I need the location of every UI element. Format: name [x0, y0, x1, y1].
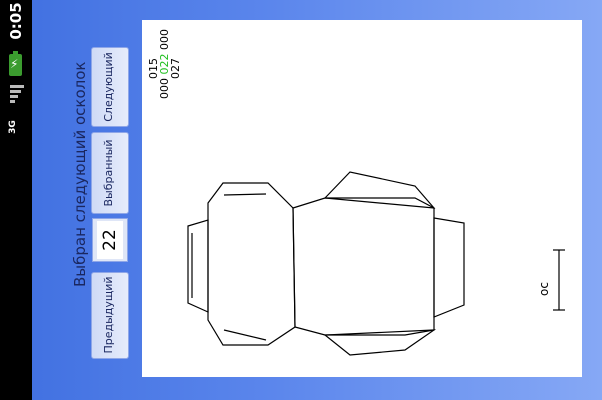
fragment-top-flap — [187, 219, 209, 313]
page-title: Выбран следующий осколок — [71, 61, 89, 288]
status-bar: 0:05 ⚡ 3G — [0, 0, 32, 400]
next-button[interactable]: Следующий — [91, 47, 129, 127]
signal-icon — [10, 85, 24, 105]
selected-button-label: Выбранный — [102, 139, 115, 207]
fragment-upper-shape — [207, 182, 296, 346]
previous-button-label: Предыдущий — [102, 276, 115, 354]
fragment-number-value: 22 — [100, 229, 120, 251]
fragment-lower-top — [323, 171, 436, 209]
next-button-label: Следующий — [102, 52, 115, 122]
scale-label: ос — [537, 282, 551, 296]
network-type: 3G — [8, 120, 18, 134]
drawing-canvas[interactable]: 015 000 022 000 027 ос — [142, 20, 582, 377]
fragment-detail-line — [223, 329, 267, 341]
fragment-diagram — [187, 171, 565, 356]
previous-button[interactable]: Предыдущий — [91, 272, 129, 359]
battery-charging-glyph: ⚡ — [10, 57, 19, 71]
battery-icon: ⚡ — [9, 51, 22, 76]
fragment-detail-line — [223, 193, 267, 196]
fragment-number-field[interactable]: 22 — [92, 218, 128, 262]
fragment-core-shape — [292, 197, 435, 336]
fragment-lower-bottom — [323, 329, 437, 356]
status-time: 0:05 — [7, 2, 25, 40]
fragment-bottom-flap — [433, 217, 465, 318]
selected-button[interactable]: Выбранный — [91, 132, 129, 214]
